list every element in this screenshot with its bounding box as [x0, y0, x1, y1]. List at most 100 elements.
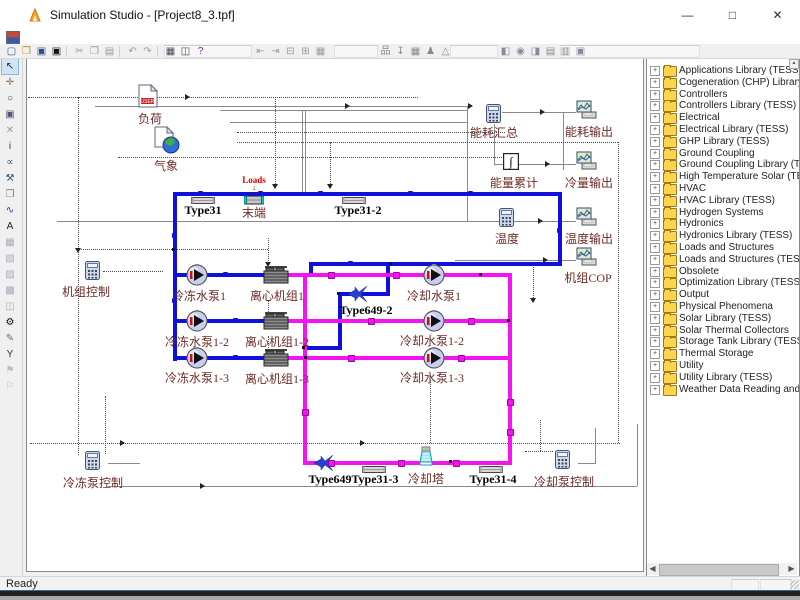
layers-tool-icon[interactable]: ▨	[2, 267, 18, 282]
library-item[interactable]: +Thermal Storage	[649, 348, 800, 360]
component-cooling-tower[interactable]	[417, 446, 435, 471]
expand-plus-icon[interactable]: +	[650, 66, 660, 76]
fit-height-icon[interactable]: ⇥	[268, 45, 283, 58]
library-item[interactable]: +Applications Library (TESS)	[649, 65, 800, 77]
expand-plus-icon[interactable]: +	[650, 326, 660, 336]
library-item[interactable]: +Weather Data Reading and Process	[649, 384, 800, 396]
save-icon[interactable]: ▣	[34, 45, 49, 58]
expand-plus-icon[interactable]: +	[650, 90, 660, 100]
frame-tool-1-icon[interactable]: ▦	[2, 235, 18, 250]
expand-plus-icon[interactable]: +	[650, 78, 660, 88]
library-item[interactable]: +Loads and Structures (TESS)	[649, 254, 800, 266]
library-item[interactable]: +Obsolete	[649, 266, 800, 278]
expand-plus-icon[interactable]: +	[650, 349, 660, 359]
expand-plus-icon[interactable]: +	[650, 208, 660, 218]
library-item[interactable]: +Output	[649, 289, 800, 301]
plug-tool-icon[interactable]: ⚒	[2, 171, 18, 186]
component-temperature[interactable]	[499, 208, 514, 232]
minimize-button[interactable]: —	[665, 0, 710, 30]
expand-plus-icon[interactable]: +	[650, 337, 660, 347]
help-icon[interactable]: ?	[193, 45, 208, 58]
expand-plus-icon[interactable]: +	[650, 267, 660, 277]
show-links-icon[interactable]: ◉	[513, 45, 528, 58]
component-unit-control[interactable]	[85, 261, 100, 285]
flag-a-icon[interactable]: ⚑	[2, 363, 18, 378]
assembly-tree-icon[interactable]: 品	[378, 45, 393, 58]
library-item[interactable]: +Controllers Library (TESS)	[649, 100, 800, 112]
component-weather-file[interactable]	[154, 126, 180, 159]
library-item[interactable]: +Optimization Library (TESS)	[649, 277, 800, 289]
pan-hand-icon[interactable]: ✛	[2, 75, 18, 90]
expand-plus-icon[interactable]: +	[650, 160, 660, 170]
settings-gear-icon[interactable]: ⚙	[2, 315, 18, 330]
link-tool-icon[interactable]: ∝	[2, 155, 18, 170]
select-mode-icon[interactable]: ♟	[423, 45, 438, 58]
expand-plus-icon[interactable]: +	[650, 278, 660, 288]
zoom-tool-icon[interactable]: ○	[2, 91, 18, 106]
resize-grip[interactable]	[790, 580, 799, 589]
expand-plus-icon[interactable]: +	[650, 373, 660, 383]
expand-plus-icon[interactable]: +	[650, 113, 660, 123]
scrollbar-thumb[interactable]	[659, 564, 779, 576]
sort-order-icon[interactable]: ↧	[393, 45, 408, 58]
cut-icon[interactable]: ✂	[72, 45, 87, 58]
print-icon[interactable]: ▦	[163, 45, 178, 58]
expand-plus-icon[interactable]: +	[650, 361, 660, 371]
component-energy-integrator[interactable]: ∫	[503, 153, 519, 175]
expand-plus-icon[interactable]: +	[650, 219, 660, 229]
delete-tool-icon[interactable]: ✕	[2, 123, 18, 138]
expand-plus-icon[interactable]: +	[650, 290, 660, 300]
show-frames-icon[interactable]: ▤	[543, 45, 558, 58]
print-preview-icon[interactable]: ◫	[178, 45, 193, 58]
library-item[interactable]: +Cogeneration (CHP) Library (TESS)	[649, 77, 800, 89]
library-item[interactable]: +Physical Phenomena	[649, 301, 800, 313]
zoom-extents-icon[interactable]: △	[438, 45, 453, 58]
expand-plus-icon[interactable]: +	[650, 125, 660, 135]
library-horizontal-scrollbar[interactable]: ◀ ▶	[647, 563, 797, 575]
copy-icon[interactable]: ❒	[87, 45, 102, 58]
component-chilled-pump-control[interactable]	[85, 451, 100, 475]
library-item[interactable]: +Solar Library (TESS)	[649, 313, 800, 325]
library-item[interactable]: +Hydronics	[649, 218, 800, 230]
tile-horizontal-icon[interactable]: ▦	[313, 45, 328, 58]
expand-plus-icon[interactable]: +	[650, 196, 660, 206]
pen-tool-icon[interactable]: ✎	[2, 331, 18, 346]
run-tool-icon[interactable]: Υ	[2, 347, 18, 362]
library-item[interactable]: +High Temperature Solar (TESS)	[649, 171, 800, 183]
library-item[interactable]: +Controllers	[649, 89, 800, 101]
library-item[interactable]: +Storage Tank Library (TESS)	[649, 336, 800, 348]
project-canvas[interactable]	[26, 58, 644, 572]
stamp-tool-icon[interactable]: ❒	[2, 187, 18, 202]
save-all-icon[interactable]: ▣	[49, 45, 64, 58]
show-margins-icon[interactable]: ▣	[573, 45, 588, 58]
component-load-file[interactable]: USER	[138, 84, 158, 113]
library-item[interactable]: +HVAC Library (TESS)	[649, 195, 800, 207]
expand-plus-icon[interactable]: +	[650, 149, 660, 159]
grid-toggle-icon[interactable]: ▦	[408, 45, 423, 58]
paste-icon[interactable]: ▤	[102, 45, 117, 58]
info-tool-icon[interactable]: i	[2, 139, 18, 154]
expand-plus-icon[interactable]: +	[650, 314, 660, 324]
signal-tool-icon[interactable]: ∿	[2, 203, 18, 218]
library-scroll-up-icon[interactable]: ▲	[789, 59, 799, 69]
library-item[interactable]: +Solar Thermal Collectors	[649, 325, 800, 337]
cascade-windows-icon[interactable]: ⊟	[283, 45, 298, 58]
library-item[interactable]: +Electrical Library (TESS)	[649, 124, 800, 136]
library-item[interactable]: +Hydronics Library (TESS)	[649, 230, 800, 242]
scroll-right-icon[interactable]: ▶	[786, 563, 797, 575]
show-layers-icon[interactable]: ◧	[498, 45, 513, 58]
library-item[interactable]: +Ground Coupling Library (TESS)	[649, 159, 800, 171]
expand-plus-icon[interactable]: +	[650, 231, 660, 241]
redo-icon[interactable]: ↷	[140, 45, 155, 58]
expand-plus-icon[interactable]: +	[650, 184, 660, 194]
library-item[interactable]: +Loads and Structures	[649, 242, 800, 254]
output-tool-icon[interactable]: ◫	[2, 299, 18, 314]
component-temperature-output[interactable]	[576, 207, 598, 232]
expand-plus-icon[interactable]: +	[650, 302, 660, 312]
tile-vertical-icon[interactable]: ⊞	[298, 45, 313, 58]
library-item[interactable]: +Utility	[649, 360, 800, 372]
image-frame-icon[interactable]: ▣	[2, 107, 18, 122]
library-item[interactable]: +HVAC	[649, 183, 800, 195]
plot-tool-icon[interactable]: ▩	[2, 283, 18, 298]
undo-icon[interactable]: ↶	[125, 45, 140, 58]
